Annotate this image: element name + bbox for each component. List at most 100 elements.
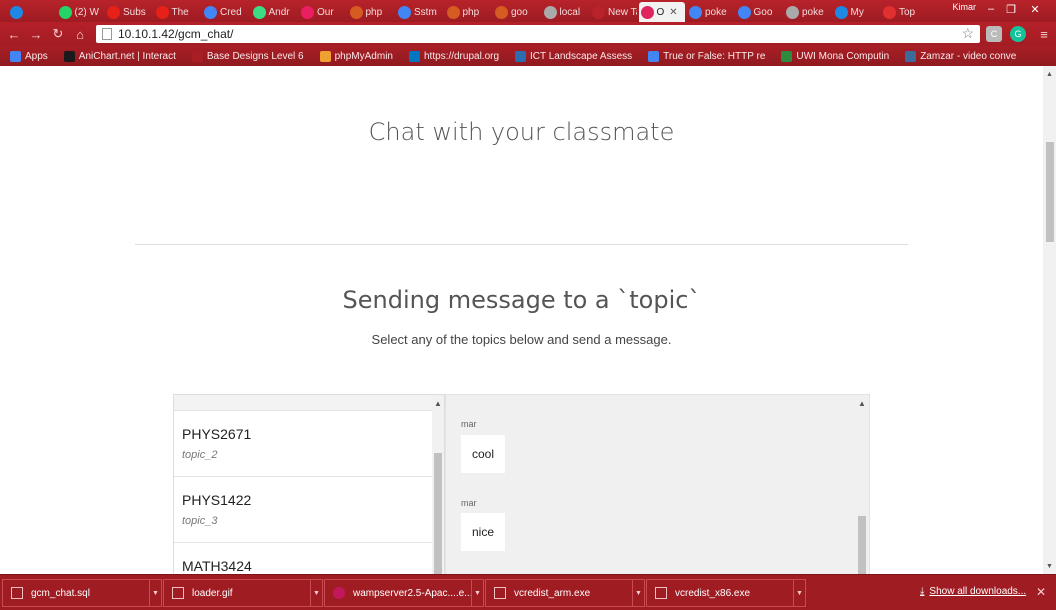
topic-list-scrollbar[interactable]: ▲ bbox=[432, 395, 444, 574]
bookmark-item[interactable]: AniChart.net | Interact bbox=[58, 50, 182, 62]
address-url: 10.10.1.42/gcm_chat/ bbox=[118, 27, 234, 41]
address-bar[interactable]: 10.10.1.42/gcm_chat/ ☆ bbox=[96, 25, 980, 43]
bookmark-item[interactable]: phpMyAdmin bbox=[314, 50, 399, 62]
menu-icon[interactable]: ≡ bbox=[1036, 26, 1052, 42]
section-title: Sending message to a `topic` bbox=[342, 286, 701, 314]
tab-label: (2) W bbox=[74, 6, 99, 18]
download-item[interactable]: vcredist_arm.exe ▼ bbox=[485, 579, 645, 607]
back-icon[interactable]: ← bbox=[6, 26, 22, 42]
scroll-thumb[interactable] bbox=[1046, 142, 1054, 242]
browser-tab[interactable]: (2) W bbox=[57, 2, 104, 22]
topic-name: PHYS1422 bbox=[182, 492, 252, 508]
topic-item[interactable]: PHYS2671 topic_2 bbox=[174, 411, 433, 477]
browser-tab[interactable]: local bbox=[542, 2, 589, 22]
bookmark-label: UWI Mona Computin bbox=[796, 50, 890, 62]
tab-label: The bbox=[171, 6, 189, 18]
bookmark-icon bbox=[408, 50, 420, 62]
reload-icon[interactable]: ↻ bbox=[50, 26, 66, 42]
download-name: wampserver2.5-Apac....e... bbox=[353, 587, 471, 599]
scroll-down-icon[interactable]: ▼ bbox=[1043, 560, 1056, 572]
profile-name[interactable]: Kimar bbox=[952, 2, 976, 12]
topic-item[interactable]: PHYS1422 topic_3 bbox=[174, 477, 433, 543]
scroll-up-icon[interactable]: ▲ bbox=[1043, 68, 1056, 80]
tab-label: php bbox=[462, 6, 480, 18]
page-title: Chat with your classmate bbox=[368, 118, 675, 146]
download-item[interactable]: vcredist_x86.exe ▼ bbox=[646, 579, 806, 607]
bookmark-item[interactable]: ICT Landscape Assess bbox=[509, 50, 638, 62]
bookmark-icon bbox=[905, 50, 917, 62]
scroll-up-icon[interactable]: ▲ bbox=[856, 397, 868, 409]
tab-close-icon[interactable]: ✕ bbox=[669, 7, 677, 18]
tab-favicon-icon bbox=[58, 5, 72, 19]
chevron-down-icon[interactable]: ▼ bbox=[310, 580, 322, 606]
download-name: gcm_chat.sql bbox=[31, 587, 90, 599]
extension-c-icon[interactable]: C bbox=[986, 26, 1002, 42]
download-item[interactable]: loader.gif ▼ bbox=[163, 579, 323, 607]
topic-id: topic_3 bbox=[182, 515, 218, 527]
bookmark-item[interactable]: https://drupal.org bbox=[403, 50, 505, 62]
chevron-down-icon[interactable]: ▼ bbox=[149, 580, 161, 606]
browser-tab[interactable]: Top bbox=[881, 2, 928, 22]
chevron-down-icon[interactable]: ▼ bbox=[632, 580, 644, 606]
tab-label: php bbox=[365, 6, 383, 18]
browser-tab[interactable]: poke bbox=[784, 2, 831, 22]
home-icon[interactable]: ⌂ bbox=[72, 26, 88, 42]
bookmark-item[interactable]: UWI Mona Computin bbox=[775, 50, 895, 62]
browser-tab[interactable]: Sstm bbox=[396, 2, 443, 22]
bookmark-item[interactable]: Apps bbox=[4, 50, 54, 62]
browser-tab[interactable] bbox=[8, 2, 55, 22]
show-all-downloads-link[interactable]: ⤓ Show all downloads... bbox=[920, 586, 1026, 597]
chat-panel: mar cool mar nice ▲ bbox=[445, 394, 870, 574]
bookmark-item[interactable]: Zamzar - video conve bbox=[899, 50, 1022, 62]
browser-tab-active[interactable]: O ✕ bbox=[638, 2, 685, 22]
tab-label: My bbox=[850, 6, 864, 18]
browser-tab[interactable]: Subs bbox=[105, 2, 152, 22]
browser-tab[interactable]: php bbox=[445, 2, 492, 22]
bookmark-icon bbox=[63, 50, 75, 62]
restore-icon[interactable]: ❐ bbox=[1000, 0, 1022, 18]
chevron-down-icon[interactable]: ▼ bbox=[793, 580, 805, 606]
browser-tab[interactable]: poke bbox=[687, 2, 734, 22]
bookmark-label: phpMyAdmin bbox=[334, 50, 393, 62]
minimize-icon[interactable]: – bbox=[980, 0, 1002, 18]
chat-scrollbar[interactable]: ▲ bbox=[856, 395, 868, 574]
tab-favicon-icon bbox=[252, 5, 266, 19]
scroll-thumb[interactable] bbox=[858, 516, 866, 574]
scroll-thumb[interactable] bbox=[434, 453, 442, 574]
browser-tab[interactable]: My bbox=[833, 2, 880, 22]
show-all-label: Show all downloads... bbox=[929, 586, 1027, 597]
bookmark-item[interactable]: Base Designs Level 6 bbox=[186, 50, 310, 62]
download-item[interactable]: wampserver2.5-Apac....e... ▼ bbox=[324, 579, 484, 607]
scroll-up-icon[interactable]: ▲ bbox=[432, 397, 444, 409]
image-file-icon bbox=[172, 587, 184, 599]
browser-tab[interactable]: Our bbox=[299, 2, 346, 22]
tab-favicon-icon bbox=[737, 5, 751, 19]
bookmark-item[interactable]: True or False: HTTP re bbox=[642, 50, 771, 62]
close-window-icon[interactable]: ✕ bbox=[1024, 0, 1046, 18]
topic-list: PHYS2671 topic_2 PHYS1422 topic_3 MATH34… bbox=[173, 394, 445, 574]
browser-tab[interactable]: Goo bbox=[736, 2, 783, 22]
tab-label: goo bbox=[511, 6, 528, 18]
bookmark-icon bbox=[319, 50, 331, 62]
forward-icon[interactable]: → bbox=[28, 26, 44, 42]
chevron-down-icon[interactable]: ▼ bbox=[471, 580, 483, 606]
message-bubble: cool bbox=[461, 435, 506, 473]
tab-label: Sstm bbox=[414, 6, 437, 18]
bookmark-star-icon[interactable]: ☆ bbox=[961, 25, 974, 42]
tab-label: Goo bbox=[753, 6, 773, 18]
grammarly-icon[interactable]: G bbox=[1010, 26, 1026, 42]
tab-label: poke bbox=[802, 6, 824, 18]
browser-tab[interactable]: php bbox=[348, 2, 395, 22]
browser-tab[interactable]: goo bbox=[493, 2, 540, 22]
tab-label: poke bbox=[705, 6, 727, 18]
message-bubble: nice bbox=[461, 513, 506, 551]
browser-tab[interactable]: The bbox=[154, 2, 201, 22]
close-icon[interactable]: ✕ bbox=[1036, 585, 1046, 599]
download-item[interactable]: gcm_chat.sql ▼ bbox=[2, 579, 162, 607]
tab-label: New Tab bbox=[608, 6, 637, 18]
topic-item[interactable]: MATH3424 bbox=[174, 543, 433, 574]
browser-tab[interactable]: Andr bbox=[251, 2, 298, 22]
browser-tab[interactable]: Cred bbox=[202, 2, 249, 22]
browser-tab[interactable]: New Tab bbox=[590, 2, 637, 22]
page-scrollbar[interactable]: ▲ ▼ bbox=[1043, 66, 1056, 574]
